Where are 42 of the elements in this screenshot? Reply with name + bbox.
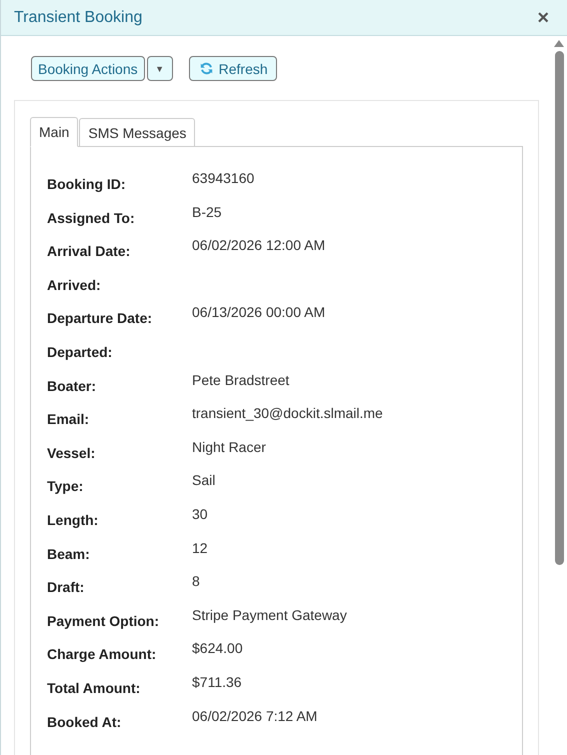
- field-value: 63943160: [192, 169, 256, 186]
- field-label: Payment Option:: [47, 612, 160, 629]
- refresh-button[interactable]: Refresh: [188, 56, 277, 81]
- field-label: Length:: [47, 510, 100, 528]
- booking-actions-button[interactable]: Booking Actions: [31, 56, 145, 81]
- field-value: Night Racer: [192, 438, 267, 455]
- field-value: $624.00: [192, 639, 244, 656]
- field-value: Pete Bradstreet: [192, 370, 290, 388]
- field-label: Beam:: [47, 544, 91, 562]
- field-value: Stripe Payment Gateway: [192, 606, 348, 623]
- field-label: Arrival Date:: [47, 242, 132, 260]
- field-label: Email:: [47, 410, 90, 428]
- field-value: B-25: [192, 202, 223, 220]
- refresh-icon: [200, 62, 213, 75]
- field-value: 12: [192, 538, 209, 556]
- field-value: $711.36: [192, 672, 243, 690]
- field-value: transient_30@dockit.slmail.me: [192, 404, 384, 422]
- field-label: Assigned To:: [47, 208, 136, 226]
- field-label: Booked At:: [47, 712, 122, 730]
- field-value: 8: [192, 572, 201, 590]
- field-label: Departed:: [47, 342, 114, 360]
- field-label: Total Amount:: [47, 678, 142, 696]
- field-value: Sail: [192, 471, 216, 488]
- field-value: 06/02/2026 7:12 AM: [192, 706, 318, 724]
- field-value: 06/02/2026 12:00 AM: [192, 236, 326, 254]
- scroll-up-icon[interactable]: [554, 40, 564, 47]
- close-button[interactable]: ×: [537, 8, 549, 28]
- field-label: Booking ID:: [47, 175, 127, 192]
- window-title: Transient Booking: [14, 8, 142, 26]
- field-label: Vessel:: [47, 444, 96, 461]
- tab[interactable]: SMS Messages: [79, 118, 196, 147]
- tab[interactable]: Main: [30, 117, 78, 147]
- scrollbar-thumb[interactable]: [554, 51, 564, 565]
- field-label: Arrived:: [47, 276, 102, 293]
- dropdown-button[interactable]: ▼: [146, 56, 173, 81]
- field-value: 30: [192, 504, 209, 522]
- field-label: Departure Date:: [47, 309, 154, 326]
- field-label: Charge Amount:: [47, 645, 158, 662]
- field-value: 06/13/2026 00:00 AM: [192, 303, 326, 320]
- field-label: Type:: [47, 477, 84, 494]
- field-label: Boater:: [47, 376, 98, 394]
- field-label: Draft:: [47, 578, 86, 596]
